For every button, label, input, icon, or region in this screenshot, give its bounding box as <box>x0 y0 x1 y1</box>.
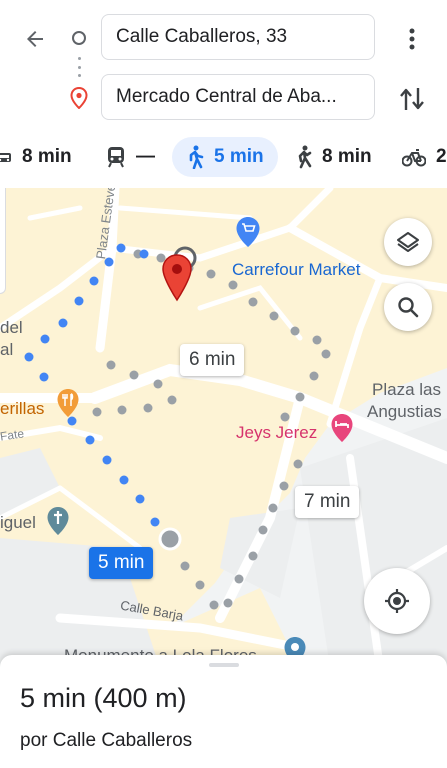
search-icon <box>398 297 419 318</box>
place-label-plaza-line1[interactable]: Plaza las <box>372 380 441 400</box>
place-label-carrefour[interactable]: Carrefour Market <box>232 260 360 280</box>
route-duration-distance: 5 min (400 m) <box>20 683 187 713</box>
more-vert-icon <box>409 28 415 50</box>
ride-icon <box>298 145 312 169</box>
more-options-button[interactable] <box>398 24 426 54</box>
tab-label: 8 min <box>22 146 72 167</box>
tab-ride[interactable]: 8 min <box>294 137 372 177</box>
route-time-label-alt1[interactable]: 6 min <box>180 344 245 376</box>
car-icon <box>0 153 11 162</box>
place-label-al: al <box>0 340 14 359</box>
place-label-jeys-jerez[interactable]: Jeys Jerez <box>236 423 317 443</box>
destination-marker-icon <box>162 254 192 302</box>
route-time-label-selected[interactable]: 5 min <box>89 547 154 579</box>
my-location-icon <box>385 589 409 613</box>
walk-icon <box>189 145 204 169</box>
my-location-button[interactable] <box>364 568 430 634</box>
place-label-plaza-line2[interactable]: Angustias <box>367 402 442 422</box>
back-button[interactable] <box>18 22 52 56</box>
layers-button[interactable] <box>384 218 432 266</box>
route-via: por Calle Caballeros <box>20 730 193 751</box>
tab-driving[interactable]: 8 min <box>0 137 72 177</box>
origin-marker-icon <box>72 31 86 45</box>
side-panel-edge[interactable] <box>0 188 6 294</box>
shopping-cart-icon <box>236 217 260 247</box>
route-connector <box>78 57 81 77</box>
hotel-icon <box>331 414 353 442</box>
drag-handle[interactable] <box>209 663 239 667</box>
directions-header: Calle Caballeros, 33 Mercado Central de … <box>0 0 447 128</box>
origin-input[interactable]: Calle Caballeros, 33 <box>101 14 375 60</box>
swap-vert-icon <box>400 88 424 110</box>
travel-mode-tabs: 8 min — 5 min 8 min 2 <box>0 128 447 188</box>
tab-label: 2 <box>436 146 447 167</box>
destination-pin-icon <box>70 86 88 114</box>
arrow-back-icon <box>27 31 43 47</box>
tab-label: 5 min <box>214 146 264 167</box>
tab-label: — <box>136 146 155 167</box>
place-label-iguel[interactable]: iguel <box>0 513 36 533</box>
transit-icon <box>108 147 124 168</box>
tab-label: 8 min <box>322 146 372 167</box>
place-label-del: del <box>0 318 23 337</box>
place-label-erillas[interactable]: erillas <box>0 399 44 419</box>
layers-icon <box>397 232 419 252</box>
destination-input[interactable]: Mercado Central de Aba... <box>101 74 375 120</box>
tab-walking[interactable]: 5 min <box>172 137 278 177</box>
church-icon <box>47 507 69 535</box>
bike-icon <box>402 149 426 167</box>
swap-directions-button[interactable] <box>396 83 428 115</box>
restaurant-icon <box>57 389 79 417</box>
search-along-route-button[interactable] <box>384 283 432 331</box>
route-summary-sheet[interactable]: 5 min (400 m) por Calle Caballeros <box>0 655 447 768</box>
tab-cycling[interactable]: 2 <box>402 137 447 177</box>
route-time-label-alt2[interactable]: 7 min <box>295 486 360 518</box>
tab-transit[interactable]: — <box>106 137 155 177</box>
